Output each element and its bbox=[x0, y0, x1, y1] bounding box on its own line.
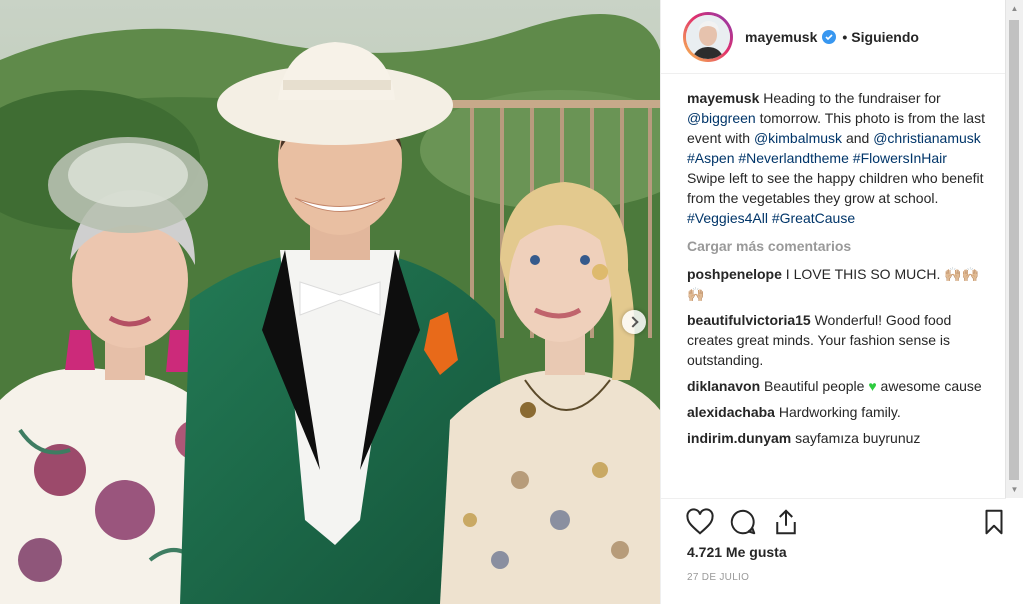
verified-badge-icon bbox=[822, 29, 837, 44]
load-more-comments-link[interactable]: Cargar más comentarios bbox=[687, 236, 987, 256]
scrollbar-thumb[interactable] bbox=[1009, 20, 1019, 480]
comment-item: alexidachaba Hardworking family. bbox=[687, 402, 987, 422]
mention-kimbalmusk[interactable]: @kimbalmusk bbox=[754, 130, 842, 146]
bookmark-icon[interactable] bbox=[979, 507, 1009, 537]
likes-count[interactable]: 4.721 Me gusta bbox=[687, 544, 787, 560]
avatar-image bbox=[686, 14, 730, 59]
scroll-down-arrow-icon[interactable]: ▼ bbox=[1006, 481, 1023, 498]
green-heart-emoji: ♥ bbox=[868, 378, 877, 394]
fence-rail bbox=[440, 100, 660, 108]
comment-username[interactable]: diklanavon bbox=[687, 378, 760, 394]
comment-item: indirim.dunyam sayfamıza buyrunuz bbox=[687, 428, 987, 448]
comments-list[interactable]: mayemusk Heading to the fundraiser for @… bbox=[687, 88, 987, 494]
post-header: mayemusk • Siguiendo bbox=[661, 0, 1006, 74]
avatar[interactable] bbox=[683, 11, 733, 62]
comment-username[interactable]: indirim.dunyam bbox=[687, 430, 791, 446]
photo-scene bbox=[0, 0, 660, 604]
header-username[interactable]: mayemusk bbox=[745, 29, 817, 45]
hashtag-neverlandtheme[interactable]: #Neverlandtheme bbox=[738, 150, 849, 166]
post-photo[interactable] bbox=[0, 0, 660, 604]
comments-scrollbar[interactable]: ▲ ▼ bbox=[1005, 0, 1023, 498]
caption-text: and bbox=[842, 130, 874, 146]
comment-text: awesome cause bbox=[876, 378, 982, 394]
comment-text: sayfamıza buyrunuz bbox=[791, 430, 921, 446]
post-actions: 4.721 Me gusta 27 DE JULIO bbox=[661, 498, 1006, 604]
hashtag-aspen[interactable]: #Aspen bbox=[687, 150, 734, 166]
caption-text: Swipe left to see the happy children who… bbox=[687, 170, 984, 206]
comment-text: Beautiful people bbox=[760, 378, 869, 394]
share-icon[interactable] bbox=[771, 507, 801, 537]
hashtag-flowersinhair[interactable]: #FlowersInHair bbox=[853, 150, 947, 166]
comment-item: beautifulvictoria15 Wonderful! Good food… bbox=[687, 310, 987, 370]
chevron-right-icon bbox=[626, 316, 639, 328]
hashtag-veggies4all[interactable]: #Veggies4All bbox=[687, 210, 768, 226]
heart-outline-icon[interactable] bbox=[685, 507, 715, 537]
caption-username[interactable]: mayemusk bbox=[687, 90, 759, 106]
comment-item: poshpenelope I LOVE THIS SO MUCH. 🙌🏼🙌🏼🙌🏼 bbox=[687, 264, 987, 304]
comment-username[interactable]: beautifulvictoria15 bbox=[687, 312, 811, 328]
comment-username[interactable]: alexidachaba bbox=[687, 404, 775, 420]
caption: mayemusk Heading to the fundraiser for @… bbox=[687, 88, 987, 228]
comment-item: diklanavon Beautiful people ♥ awesome ca… bbox=[687, 376, 987, 396]
scroll-up-arrow-icon[interactable]: ▲ bbox=[1006, 0, 1023, 17]
mention-biggreen[interactable]: @biggreen bbox=[687, 110, 756, 126]
following-button[interactable]: Siguiendo bbox=[851, 29, 919, 45]
comment-bubble-icon[interactable] bbox=[728, 507, 758, 537]
next-photo-button[interactable] bbox=[622, 310, 646, 334]
hashtag-greatcause[interactable]: #GreatCause bbox=[772, 210, 855, 226]
post-date[interactable]: 27 DE JULIO bbox=[687, 572, 749, 583]
comment-text: Hardworking family. bbox=[774, 404, 901, 420]
profile-photo-icon bbox=[686, 14, 730, 59]
caption-text: Heading to the fundraiser for bbox=[759, 90, 941, 106]
mention-christianamusk[interactable]: @christianamusk bbox=[873, 130, 981, 146]
comment-username[interactable]: poshpenelope bbox=[687, 266, 782, 282]
post-panel: mayemusk • Siguiendo mayemusk Heading to… bbox=[660, 0, 1023, 604]
follow-separator: • bbox=[842, 28, 848, 45]
